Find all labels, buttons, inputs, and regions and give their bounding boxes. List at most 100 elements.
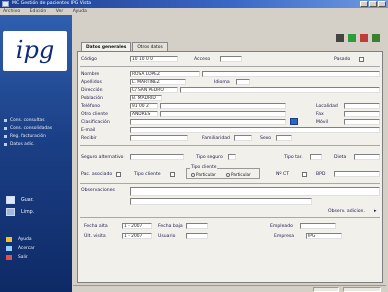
pasado-checkbox[interactable]	[359, 57, 364, 62]
familiaridad-field[interactable]	[234, 135, 252, 141]
bpd-label: BPD	[316, 172, 326, 177]
menu-edicion[interactable]: Edición	[30, 9, 47, 14]
seguro-field[interactable]	[130, 154, 184, 160]
main-panel: Datos generales Otros datos Código 10 10…	[73, 15, 386, 292]
menu-archivo[interactable]: Archivo	[3, 9, 20, 14]
pac-asociado-checkbox[interactable]	[116, 172, 121, 177]
sidebar-item-datos-adic[interactable]: Datos adic.	[4, 140, 52, 148]
codigo-label: Código	[81, 57, 97, 62]
observaciones-field-2[interactable]	[130, 198, 312, 205]
fecha-alta-label: Fecha alta	[84, 224, 108, 229]
usuario-field[interactable]	[186, 233, 208, 239]
exit-button[interactable]: Salir	[6, 255, 28, 260]
nombre-field[interactable]: ROSA LOPEZ	[130, 71, 200, 77]
empresa-label: Empresa	[274, 234, 295, 239]
sexo-field[interactable]	[276, 135, 292, 141]
radio-particular[interactable]: Particular	[190, 172, 216, 177]
sidebar-item-cons-consultas[interactable]: Cons. consultas	[4, 116, 52, 124]
grid-icon[interactable]	[360, 34, 368, 42]
idioma-label: Idioma	[214, 80, 230, 85]
codigo-field[interactable]: 10 10 0 0	[130, 56, 178, 62]
seguro-label: Seguro alternativo	[81, 155, 124, 160]
print-icon[interactable]	[336, 34, 344, 42]
save-button[interactable]: Guar.	[6, 196, 34, 204]
tab-otros-datos[interactable]: Otros datos	[132, 42, 168, 51]
telefono-extra-field[interactable]	[160, 103, 286, 109]
acceso-label: Acceso	[194, 57, 211, 62]
direccion-extra-field[interactable]	[180, 87, 380, 93]
lookup-button[interactable]	[290, 118, 298, 125]
direccion-label: Dirección	[81, 88, 103, 93]
help-label: Ayuda	[18, 237, 32, 242]
window-title-bar: MC Gestión de pacientes IPG Vista	[0, 0, 388, 8]
observaciones-label: Observaciones	[81, 188, 115, 193]
separator	[80, 145, 380, 146]
bullet-icon	[4, 118, 7, 122]
clear-button[interactable]: Limp.	[6, 208, 34, 216]
tipo-tar-field[interactable]	[310, 154, 322, 160]
nro-ct-checkbox[interactable]	[302, 172, 307, 177]
nombre-extra-field[interactable]	[202, 71, 380, 77]
dieta-field[interactable]	[354, 154, 380, 160]
tipo-cliente-checkbox[interactable]	[170, 172, 175, 177]
menu-ayuda[interactable]: Ayuda	[73, 9, 87, 14]
poblacion-field[interactable]: B. MADRID	[130, 95, 162, 101]
separator	[80, 66, 380, 67]
exit-small-icon[interactable]	[372, 34, 380, 42]
empresa-field[interactable]: IPG	[306, 233, 342, 239]
otro-cliente-field[interactable]: ANDRES	[130, 111, 158, 117]
save-icon	[6, 196, 15, 204]
clasificacion-field[interactable]	[130, 119, 286, 125]
email-field[interactable]	[130, 127, 380, 133]
otro-cliente-extra-field[interactable]	[160, 111, 286, 117]
empleado-field[interactable]	[300, 223, 336, 229]
sidebar-item-reg-facturacion[interactable]: Reg. facturación	[4, 132, 52, 140]
sidebar-item-cons-consolidadas[interactable]: Cons. consolidadas	[4, 124, 52, 132]
radio-label: Particular	[231, 172, 251, 177]
chart-icon[interactable]	[348, 34, 356, 42]
observ-adic-label: Observ. adicion.	[328, 209, 365, 214]
bpd-field[interactable]	[334, 171, 380, 177]
clear-icon	[6, 208, 15, 216]
menu-ver[interactable]: Ver	[56, 9, 64, 14]
minimize-button[interactable]	[360, 1, 368, 7]
maximize-button[interactable]	[369, 1, 377, 7]
status-cell	[343, 287, 381, 292]
idioma-field[interactable]	[236, 79, 250, 85]
direccion-field[interactable]: C/ SAN PEDRO	[130, 87, 178, 93]
localidad-field[interactable]	[344, 103, 380, 109]
radio-label: Particular	[196, 172, 216, 177]
ultima-visita-label: Últ. visita	[84, 234, 106, 239]
sidebar-item-label: Datos adic.	[10, 141, 35, 147]
apellidos-field[interactable]: L. MARTINEZ	[130, 79, 186, 85]
exit-label: Salir	[18, 255, 28, 260]
zoom-icon	[6, 246, 12, 251]
ultima-visita-field[interactable]: 1 - 2007	[122, 233, 152, 239]
telefono-field[interactable]: 91 00 2	[130, 103, 158, 109]
telefono-label: Teléfono	[81, 104, 101, 109]
sidebar: ipg Cons. consultas Cons. consolidadas R…	[0, 15, 72, 292]
acceso-field[interactable]	[220, 56, 242, 62]
observaciones-field[interactable]	[130, 187, 380, 196]
sidebar-item-label: Cons. consolidadas	[10, 125, 53, 131]
nombre-label: Nombre	[81, 72, 100, 77]
fecha-alta-field[interactable]: 1 - 2007	[122, 223, 152, 229]
close-button[interactable]	[378, 1, 386, 7]
bullet-icon	[4, 142, 7, 146]
sidebar-item-label: Reg. facturación	[10, 133, 46, 139]
tipo-seguro-field[interactable]	[228, 154, 236, 160]
otro-cliente-label: Otro cliente	[81, 112, 108, 117]
chevron-down-icon[interactable]: ▸	[374, 208, 377, 214]
separator	[80, 217, 380, 218]
fax-field[interactable]	[344, 111, 380, 117]
poblacion-label: Población	[81, 96, 103, 101]
movil-field[interactable]	[344, 119, 380, 125]
radio-particular-2[interactable]: Particular	[225, 172, 251, 177]
zoom-button[interactable]: Acercar	[6, 246, 35, 251]
tab-bar: Datos generales Otros datos	[81, 42, 169, 51]
help-button[interactable]: Ayuda	[6, 237, 32, 242]
recibir-field[interactable]	[130, 135, 188, 141]
client-type-group: Tipo cliente Particular Particular	[186, 165, 260, 179]
tab-datos-generales[interactable]: Datos generales	[81, 42, 132, 51]
fecha-baja-field[interactable]	[186, 223, 208, 229]
